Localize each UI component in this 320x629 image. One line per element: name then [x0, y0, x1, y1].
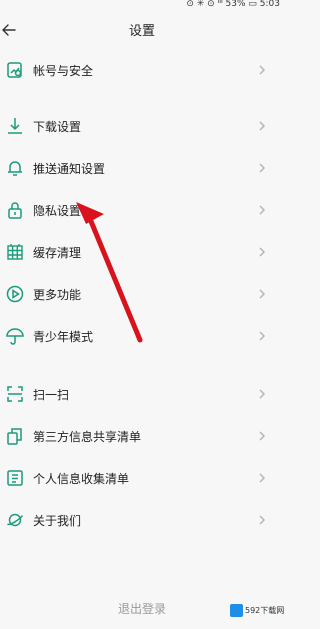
settings-item-label: 关于我们 — [33, 514, 82, 528]
status-bar: ⊙ ✳ ⊙ ᑊᑊᑊ 53% ▭ 5:03 — [0, 0, 284, 12]
chevron-right-icon — [258, 162, 266, 174]
lock-icon — [5, 200, 25, 220]
settings-item-label: 下载设置 — [33, 120, 82, 134]
watermark-icon — [230, 604, 243, 617]
settings-item-label: 第三方信息共享清单 — [33, 430, 142, 444]
settings-item-third-party-sharing[interactable]: 第三方信息共享清单 — [0, 416, 284, 456]
chevron-right-icon — [258, 330, 266, 342]
scan-icon — [5, 384, 25, 404]
settings-item-label: 缓存清理 — [33, 246, 82, 260]
settings-item-cache[interactable]: 缓存清理 — [0, 232, 284, 272]
watermark-text: 592下载网 — [245, 606, 285, 615]
chevron-right-icon — [258, 388, 266, 400]
header: 设置 — [0, 12, 284, 48]
download-icon — [5, 116, 25, 136]
settings-item-label: 更多功能 — [33, 288, 82, 302]
cache-grid-icon — [5, 242, 25, 262]
planet-icon — [5, 510, 25, 530]
umbrella-icon — [5, 326, 25, 346]
share-list-icon — [5, 426, 25, 446]
settings-item-privacy[interactable]: 隐私设置 — [0, 190, 284, 230]
chevron-right-icon — [258, 120, 266, 132]
chevron-right-icon — [258, 472, 266, 484]
chevron-right-icon — [258, 430, 266, 442]
settings-item-label: 帐号与安全 — [33, 64, 94, 78]
play-circle-icon — [5, 284, 25, 304]
bell-icon — [5, 158, 25, 178]
chevron-right-icon — [258, 288, 266, 300]
settings-item-scan[interactable]: 扫一扫 — [0, 374, 284, 414]
settings-item-label: 隐私设置 — [33, 204, 82, 218]
settings-item-push-notifications[interactable]: 推送通知设置 — [0, 148, 284, 188]
account-security-icon — [5, 60, 25, 80]
chevron-right-icon — [258, 514, 266, 526]
settings-item-personal-info[interactable]: 个人信息收集清单 — [0, 458, 284, 498]
settings-item-label: 推送通知设置 — [33, 162, 106, 176]
settings-item-more-features[interactable]: 更多功能 — [0, 274, 284, 314]
settings-item-label: 青少年模式 — [33, 330, 94, 344]
personal-info-icon — [5, 468, 25, 488]
chevron-right-icon — [258, 204, 266, 216]
settings-item-about-us[interactable]: 关于我们 — [0, 500, 284, 540]
status-bar-text: ⊙ ✳ ⊙ ᑊᑊᑊ 53% ▭ 5:03 — [186, 0, 280, 9]
settings-item-label: 扫一扫 — [33, 388, 70, 402]
settings-item-label: 个人信息收集清单 — [33, 472, 130, 486]
watermark-logo: 592下载网 — [230, 603, 285, 619]
settings-item-teen-mode[interactable]: 青少年模式 — [0, 316, 284, 356]
settings-item-download[interactable]: 下载设置 — [0, 106, 284, 146]
page-title: 设置 — [128, 24, 155, 39]
chevron-right-icon — [258, 246, 266, 258]
settings-item-account-security[interactable]: 帐号与安全 — [0, 50, 284, 90]
chevron-right-icon — [258, 64, 266, 76]
